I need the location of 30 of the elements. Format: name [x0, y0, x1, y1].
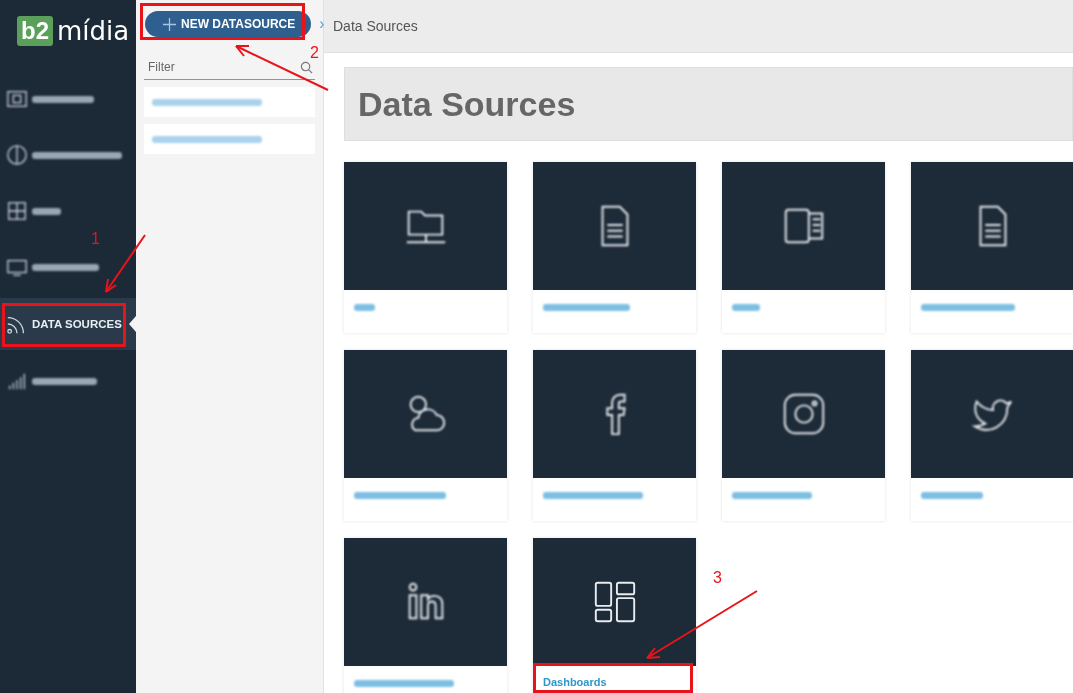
frame-icon — [6, 88, 28, 110]
datasource-card[interactable] — [344, 162, 507, 333]
grid-icon — [6, 200, 28, 222]
obscured-label — [32, 207, 61, 215]
logo-badge: b2 — [17, 16, 53, 46]
datasource-card[interactable] — [344, 350, 507, 521]
obscured-label — [732, 304, 760, 311]
step-number: 1 — [91, 230, 100, 248]
search-icon — [300, 61, 313, 74]
pointer-arrow — [105, 234, 146, 293]
breadcrumb: Data Sources — [333, 18, 418, 34]
datasource-card[interactable] — [533, 350, 696, 521]
obscured-label — [354, 304, 375, 311]
new-datasource-button[interactable]: NEW DATASOURCE — [145, 11, 312, 37]
obscured-label — [32, 263, 99, 271]
disc-icon — [6, 144, 28, 166]
datasource-card[interactable] — [722, 350, 885, 521]
obscured-label — [32, 377, 97, 385]
datasource-card[interactable] — [722, 162, 885, 333]
obscured-label — [921, 492, 983, 499]
obscured-label — [32, 95, 94, 103]
datasource-card[interactable] — [533, 162, 696, 333]
datasource-card[interactable] — [344, 538, 507, 693]
page-title: Data Sources — [358, 84, 576, 124]
datasource-card[interactable] — [911, 350, 1073, 521]
datasource-card[interactable]: Dashboards — [533, 538, 696, 693]
step-number: 3 — [713, 569, 722, 587]
logo-name: mídia — [57, 16, 130, 46]
plus-icon — [163, 17, 176, 31]
datasource-card[interactable] — [911, 162, 1073, 333]
